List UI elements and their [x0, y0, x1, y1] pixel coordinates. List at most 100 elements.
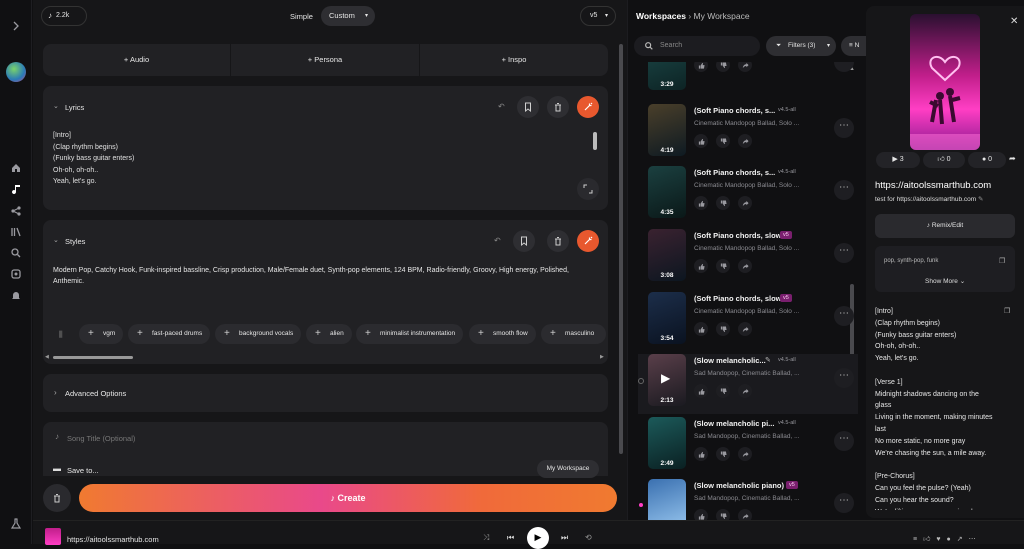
thumbs-up-icon[interactable] [694, 322, 708, 336]
list-item[interactable]: ▶ 2:13 (Slow melancholic... ✎ v4.5-all Sad Ma… [638, 354, 858, 414]
thumbs-up-icon[interactable] [694, 134, 708, 148]
play-icon[interactable]: ▶ [661, 371, 670, 385]
pencil-icon[interactable]: ✎ [978, 196, 983, 203]
comment-button[interactable]: ● 0 [968, 152, 1006, 168]
chevron-down-icon[interactable]: ⌄ [53, 102, 59, 110]
share-icon[interactable] [10, 205, 22, 217]
search-input[interactable]: Search [634, 36, 760, 56]
create-button[interactable]: ♪ Create [79, 484, 617, 512]
horizontal-scrollbar[interactable] [53, 356, 133, 359]
share-icon[interactable] [738, 62, 752, 72]
thumbs-down-icon[interactable] [716, 62, 730, 72]
song-title[interactable]: (Slow melancholic piano) [694, 481, 784, 490]
expand-button[interactable] [577, 178, 599, 200]
thumbs-up-icon[interactable] [694, 62, 708, 72]
mode-simple[interactable]: Simple [290, 12, 313, 21]
flask-icon[interactable] [10, 518, 22, 530]
song-thumbnail[interactable]: 3:08 [648, 229, 686, 281]
shuffle-icon[interactable]: ⤨ [483, 533, 489, 543]
tab-audio[interactable]: + Audio [43, 44, 231, 76]
mode-custom[interactable]: Custom ▾ [321, 6, 375, 26]
undo-icon[interactable]: ↶ [494, 236, 501, 245]
list-item[interactable]: 4:35 (Soft Piano chords, s... v4.5-all Cine… [638, 166, 858, 226]
thumbs-up-icon[interactable] [694, 196, 708, 210]
settings-icon[interactable] [10, 268, 22, 280]
song-thumbnail[interactable]: 4:19 [648, 104, 686, 156]
filters-button[interactable]: ⏷ Filters (3) ▾ [766, 36, 836, 56]
thumbs-down-icon[interactable] [716, 447, 730, 461]
more-options-button[interactable]: ⋯ [834, 118, 854, 138]
style-tag[interactable]: + fast-paced drums [128, 324, 211, 344]
delete-button[interactable] [547, 96, 569, 118]
pencil-icon[interactable]: ✎ [765, 356, 771, 364]
thumbs-down-icon[interactable] [716, 322, 730, 336]
style-tag[interactable]: + vgm [79, 324, 124, 344]
list-item[interactable]: 3:54 (Soft Piano chords, slow ... v5 Cinema… [638, 292, 858, 352]
scrollbar[interactable] [619, 44, 623, 454]
scroll-right-icon[interactable]: ▶ [600, 354, 604, 360]
style-tag[interactable]: + masculino [541, 324, 606, 344]
delete-button[interactable] [547, 230, 569, 252]
list-item[interactable]: 2:49 (Slow melancholic pi... v4.5-all Sad M… [638, 417, 858, 477]
share-icon[interactable] [738, 134, 752, 148]
thumbs-down-icon[interactable] [716, 134, 730, 148]
play-count-button[interactable]: ▶ 3 [876, 152, 920, 168]
share-icon[interactable] [738, 196, 752, 210]
chevron-down-icon[interactable]: ⌄ [53, 236, 59, 244]
song-title[interactable]: (Slow melancholic pi... [694, 419, 774, 428]
previous-icon[interactable]: ⏮ [507, 533, 514, 543]
thumbs-down-icon[interactable] [716, 196, 730, 210]
home-icon[interactable] [10, 162, 22, 174]
share-icon[interactable]: ➦ [1009, 154, 1016, 163]
style-tag[interactable]: + smooth flow [469, 324, 536, 344]
player-actions[interactable]: ≡👍︎♥●↗⋯ [913, 534, 982, 543]
share-icon[interactable] [738, 259, 752, 273]
lyrics-text[interactable]: [Intro] (Clap rhythm begins) (Funky bass… [53, 130, 134, 188]
remix-button[interactable]: ♪ Remix/Edit [875, 214, 1015, 238]
style-tag[interactable]: + minimalist instrumentation [356, 324, 464, 344]
thumbs-up-icon[interactable] [694, 447, 708, 461]
copy-icon[interactable]: ❐ [999, 257, 1005, 265]
share-icon[interactable] [738, 447, 752, 461]
song-thumbnail[interactable]: 3:29 [648, 62, 686, 90]
thumbs-up-icon[interactable] [694, 384, 708, 398]
style-tag[interactable]: + background vocals [215, 324, 302, 344]
share-icon[interactable] [738, 322, 752, 336]
bookmark-button[interactable] [513, 230, 535, 252]
bookmark-button[interactable] [517, 96, 539, 118]
avatar[interactable] [6, 62, 26, 82]
undo-icon[interactable]: ↶ [498, 102, 505, 111]
magic-button[interactable] [577, 230, 599, 252]
tab-inspo[interactable]: + Inspo [420, 44, 608, 76]
chevron-right-icon[interactable] [10, 20, 22, 32]
more-options-button[interactable]: ⋯ [834, 431, 854, 451]
breadcrumb-root[interactable]: Workspaces [636, 11, 686, 21]
music-note-icon[interactable] [10, 183, 22, 195]
bell-icon[interactable] [10, 290, 22, 302]
model-selector[interactable]: v5 ▾ [580, 6, 616, 26]
list-item[interactable]: 4:19 (Soft Piano chords, s... v4.5-all Cine… [638, 104, 858, 164]
more-options-button[interactable]: ⋯ [834, 243, 854, 263]
repeat-icon[interactable]: ⟲ [585, 533, 592, 542]
song-thumbnail[interactable]: 4:35 [648, 166, 686, 218]
thumbs-down-icon[interactable] [716, 384, 730, 398]
tab-persona[interactable]: + Persona [231, 44, 420, 76]
song-thumbnail[interactable]: ▶ 2:13 [648, 354, 686, 406]
like-button[interactable]: 👍︎ 0 [923, 152, 965, 168]
style-tag[interactable]: + alien [306, 324, 352, 344]
play-button[interactable]: ▶ [527, 527, 549, 549]
more-options-button[interactable]: ⋯ [834, 493, 854, 513]
magic-button[interactable] [577, 96, 599, 118]
song-title[interactable]: (Soft Piano chords, slow ... [694, 231, 790, 240]
song-thumbnail[interactable]: 3:54 [648, 292, 686, 344]
song-title[interactable]: (Soft Piano chords, s... [694, 168, 775, 177]
search-icon[interactable] [10, 247, 22, 259]
advanced-options[interactable]: › Advanced Options [43, 374, 608, 412]
scrollbar[interactable] [593, 132, 597, 150]
next-icon[interactable]: ⏭ [561, 533, 568, 543]
workspace-button[interactable]: My Workspace [537, 460, 599, 478]
more-options-button[interactable]: ⋯ [834, 180, 854, 200]
more-options-button[interactable]: ⋯ [834, 62, 854, 72]
show-more-button[interactable]: Show More ⌄ [925, 277, 965, 285]
clear-button[interactable] [43, 484, 71, 512]
